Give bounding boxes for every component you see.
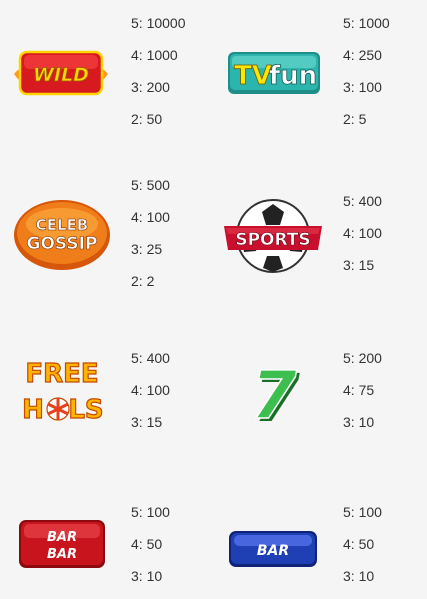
- pay-line: 3: 10: [131, 568, 163, 584]
- pay-line: 5: 10000: [131, 15, 186, 31]
- wild-symbol-text: WILD: [33, 64, 89, 86]
- pay-line: 5: 400: [131, 350, 170, 366]
- tvfun-symbol-text-tv: TV: [234, 61, 272, 91]
- pay-line: 5: 100: [343, 504, 382, 520]
- pay-line: 2: 5: [343, 111, 367, 127]
- paytable-page: WILD 5: 10000 4: 1000 3: 200 2: 50 TV fu…: [0, 0, 427, 599]
- pay-line: 3: 200: [131, 79, 170, 95]
- pay-line: 3: 15: [131, 414, 163, 430]
- pay-line: 4: 250: [343, 47, 382, 63]
- wild-paytable: 5: 10000 4: 1000 3: 200 2: 50: [131, 15, 186, 127]
- pay-line: 4: 100: [343, 225, 382, 241]
- bar-top-symbol-text: BAR: [47, 530, 77, 545]
- sports-symbol-text: SPORTS: [235, 230, 310, 250]
- bar-bottom-symbol-text: BAR: [47, 547, 77, 562]
- pay-line: 5: 1000: [343, 15, 390, 31]
- seven-symbol: 7 7: [240, 362, 310, 426]
- pay-line: 4: 50: [343, 536, 375, 552]
- bar-symbol: BAR: [228, 530, 318, 568]
- free-hols-symbol: FREE H LS: [20, 354, 104, 426]
- celeb-symbol-text: CELEB: [36, 216, 89, 234]
- free-symbol-text: FREE: [25, 359, 98, 389]
- pay-line: 3: 25: [131, 241, 163, 257]
- tvfun-symbol-text-fun: fun: [269, 61, 317, 91]
- bar-symbol-text: BAR: [257, 543, 289, 559]
- bar-bar-paytable: 5: 100 4: 50 3: 10: [131, 504, 170, 584]
- gossip-symbol-text: GOSSIP: [27, 234, 98, 254]
- pay-line: 3: 10: [343, 414, 375, 430]
- bar-paytable: 5: 100 4: 50 3: 10: [343, 504, 382, 584]
- wild-symbol: WILD: [12, 46, 110, 100]
- pay-line: 4: 100: [131, 209, 170, 225]
- sports-paytable: 5: 400 4: 100 3: 15: [343, 193, 382, 273]
- pay-line: 3: 15: [343, 257, 375, 273]
- hols-symbol-text-ls: LS: [68, 395, 103, 425]
- pay-line: 5: 200: [343, 350, 382, 366]
- celeb-gossip-symbol: CELEB GOSSIP: [12, 198, 112, 272]
- tvfun-symbol: TV fun: [226, 46, 322, 100]
- seven-symbol-text: 7: [251, 362, 297, 426]
- pay-line: 2: 50: [131, 111, 163, 127]
- pay-line: 5: 400: [343, 193, 382, 209]
- celeb-gossip-paytable: 5: 500 4: 100 3: 25 2: 2: [131, 177, 170, 289]
- bar-bar-symbol: BAR BAR: [18, 519, 106, 569]
- hols-symbol-text-h: H: [22, 395, 44, 425]
- pay-line: 3: 10: [343, 568, 375, 584]
- pay-line: 5: 500: [131, 177, 170, 193]
- pay-line: 5: 100: [131, 504, 170, 520]
- free-hols-paytable: 5: 400 4: 100 3: 15: [131, 350, 170, 430]
- pay-line: 4: 75: [343, 382, 375, 398]
- beach-ball-icon: [46, 397, 70, 421]
- pay-line: 4: 100: [131, 382, 170, 398]
- tvfun-paytable: 5: 1000 4: 250 3: 100 2: 5: [343, 15, 390, 127]
- seven-paytable: 5: 200 4: 75 3: 10: [343, 350, 382, 430]
- pay-line: 2: 2: [131, 273, 155, 289]
- sports-symbol: SPORTS: [222, 198, 324, 274]
- pay-line: 4: 50: [131, 536, 163, 552]
- pay-line: 4: 1000: [131, 47, 178, 63]
- pay-line: 3: 100: [343, 79, 382, 95]
